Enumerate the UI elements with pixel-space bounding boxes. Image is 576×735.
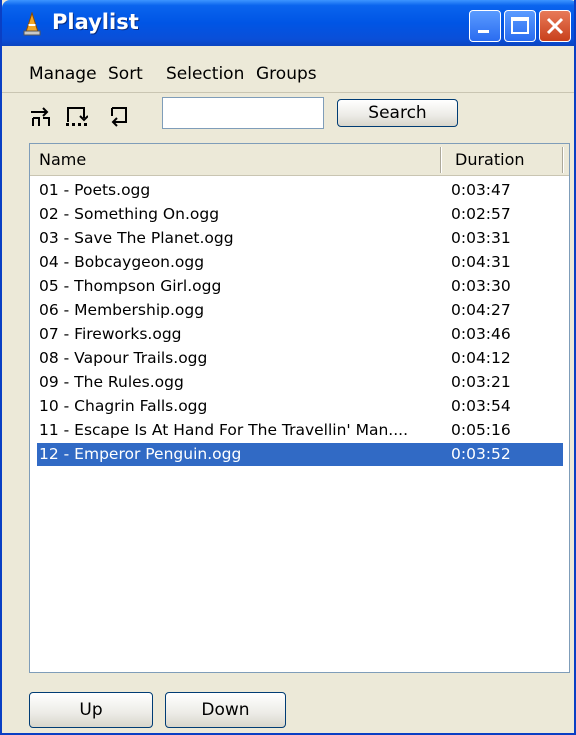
- column-name-header[interactable]: Name: [39, 144, 86, 176]
- window-title: Playlist: [52, 10, 139, 34]
- close-button[interactable]: [539, 10, 571, 42]
- track-duration: 0:03:54: [451, 397, 511, 415]
- menu-bar: Manage Sort Selection Groups: [2, 60, 574, 90]
- repeat-icon[interactable]: [64, 104, 88, 128]
- loop-icon[interactable]: [106, 104, 130, 128]
- shuffle-icon[interactable]: [29, 104, 53, 128]
- track-duration: 0:03:52: [451, 445, 511, 463]
- track-duration: 0:03:31: [451, 229, 511, 247]
- track-row[interactable]: 02 - Something On.ogg 0:02:57: [37, 203, 563, 226]
- minimize-icon: [478, 30, 489, 33]
- menu-selection[interactable]: Selection: [166, 64, 244, 84]
- track-row[interactable]: 09 - The Rules.ogg 0:03:21: [37, 371, 563, 394]
- track-duration: 0:03:21: [451, 373, 511, 391]
- menu-sort[interactable]: Sort: [108, 64, 143, 84]
- track-row[interactable]: 10 - Chagrin Falls.ogg 0:03:54: [37, 395, 563, 418]
- track-name: 04 - Bobcaygeon.ogg: [39, 253, 205, 271]
- down-button[interactable]: Down: [165, 692, 286, 728]
- track-row[interactable]: 11 - Escape Is At Hand For The Travellin…: [37, 419, 563, 442]
- track-name: 01 - Poets.ogg: [39, 181, 151, 199]
- track-name: 05 - Thompson Girl.ogg: [39, 277, 222, 295]
- playlist-window: Playlist Manage Sort Selection Groups Se…: [0, 0, 576, 735]
- track-name: 12 - Emperor Penguin.ogg: [39, 445, 242, 463]
- search-input[interactable]: [162, 97, 324, 129]
- maximize-button[interactable]: [504, 10, 536, 42]
- column-separator[interactable]: [562, 147, 564, 173]
- menu-manage[interactable]: Manage: [29, 64, 97, 84]
- title-bar[interactable]: Playlist: [2, 0, 574, 46]
- track-row[interactable]: 08 - Vapour Trails.ogg 0:04:12: [37, 347, 563, 370]
- track-duration: 0:04:31: [451, 253, 511, 271]
- menu-groups[interactable]: Groups: [256, 64, 317, 84]
- track-row[interactable]: 04 - Bobcaygeon.ogg 0:04:31: [37, 251, 563, 274]
- track-row[interactable]: 01 - Poets.ogg 0:03:47: [37, 179, 563, 202]
- track-name: 07 - Fireworks.ogg: [39, 325, 182, 343]
- track-row[interactable]: 06 - Membership.ogg 0:04:27: [37, 299, 563, 322]
- track-duration: 0:03:46: [451, 325, 511, 343]
- track-duration: 0:05:16: [451, 421, 511, 439]
- list-header: Name Duration: [30, 144, 569, 176]
- track-name: 09 - The Rules.ogg: [39, 373, 184, 391]
- menu-divider: [2, 92, 574, 93]
- column-separator[interactable]: [440, 147, 442, 173]
- track-duration: 0:02:57: [451, 205, 511, 223]
- track-row[interactable]: 03 - Save The Planet.ogg 0:03:31: [37, 227, 563, 250]
- track-duration: 0:03:30: [451, 277, 511, 295]
- app-icon: [23, 12, 41, 36]
- track-name: 08 - Vapour Trails.ogg: [39, 349, 208, 367]
- column-duration-header[interactable]: Duration: [455, 144, 525, 176]
- close-icon: [546, 17, 564, 35]
- track-name: 03 - Save The Planet.ogg: [39, 229, 234, 247]
- maximize-icon: [511, 17, 529, 34]
- track-name: 11 - Escape Is At Hand For The Travellin…: [39, 421, 409, 439]
- track-name: 06 - Membership.ogg: [39, 301, 205, 319]
- search-button[interactable]: Search: [337, 99, 458, 127]
- track-row[interactable]: 05 - Thompson Girl.ogg 0:03:30: [37, 275, 563, 298]
- track-duration: 0:03:47: [451, 181, 511, 199]
- minimize-button[interactable]: [469, 10, 501, 42]
- track-row[interactable]: 07 - Fireworks.ogg 0:03:46: [37, 323, 563, 346]
- track-duration: 0:04:12: [451, 349, 511, 367]
- playlist-list[interactable]: Name Duration 01 - Poets.ogg 0:03:47 02 - …: [29, 143, 570, 673]
- track-duration: 0:04:27: [451, 301, 511, 319]
- up-button[interactable]: Up: [29, 692, 153, 728]
- track-name: 10 - Chagrin Falls.ogg: [39, 397, 208, 415]
- track-name: 02 - Something On.ogg: [39, 205, 220, 223]
- track-row-selected[interactable]: 12 - Emperor Penguin.ogg 0:03:52: [37, 443, 563, 466]
